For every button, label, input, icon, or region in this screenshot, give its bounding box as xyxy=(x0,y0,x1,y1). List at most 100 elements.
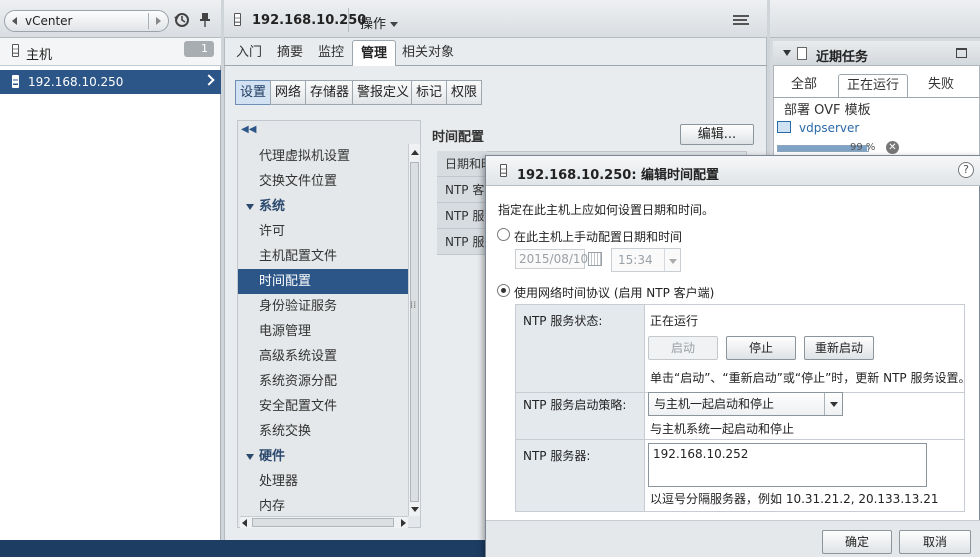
scroll-down-icon[interactable] xyxy=(411,507,419,512)
menu-icon[interactable] xyxy=(733,15,749,25)
host-icon xyxy=(12,44,19,57)
startup-policy-label: NTP 服务启动策略: xyxy=(523,398,627,412)
settings-horizontal-scrollbar[interactable] xyxy=(240,516,408,528)
radio-ntp-label[interactable]: 使用网络时间协议 (启用 NTP 客户端) xyxy=(514,284,714,301)
host-item-label: 192.168.10.250 xyxy=(28,75,124,89)
tab-related-objects[interactable]: 相关对象 xyxy=(394,40,462,66)
radio-manual-label[interactable]: 在此主机上手动配置日期和时间 xyxy=(514,228,682,245)
start-button[interactable]: 启动 xyxy=(648,336,718,360)
subtab-alarm-definitions[interactable]: 警报定义 xyxy=(352,80,415,105)
edit-button[interactable]: 编辑... xyxy=(680,124,754,145)
settings-item-licensing[interactable]: 许可 xyxy=(238,219,408,244)
navigator-back-button[interactable]: vCenter xyxy=(4,10,169,32)
settings-item-host-profile[interactable]: 主机配置文件 xyxy=(238,244,408,269)
host-icon xyxy=(12,75,19,88)
expand-down-icon xyxy=(246,204,254,210)
forward-arrow-icon[interactable] xyxy=(156,17,161,25)
ntp-servers-input[interactable]: 192.168.10.252 xyxy=(648,443,927,487)
task-target-link[interactable]: vdpserver xyxy=(799,121,859,135)
collapse-down-icon[interactable] xyxy=(783,50,791,56)
navigator-host-item[interactable]: 192.168.10.250 xyxy=(0,70,221,94)
settings-group-system[interactable]: 系统 xyxy=(238,194,408,219)
tasks-tab-all[interactable]: 全部 xyxy=(783,74,825,98)
dialog-header: 192.168.10.250: 编辑时间配置 ? xyxy=(486,156,980,186)
settings-item-advanced-system[interactable]: 高级系统设置 xyxy=(238,344,408,369)
collapse-left-icon[interactable]: ◀◀ xyxy=(241,124,256,135)
settings-group-label: 硬件 xyxy=(259,449,286,464)
table-row: 日期和时 xyxy=(437,151,487,177)
scroll-left-icon[interactable] xyxy=(242,519,247,527)
tasks-tab-running[interactable]: 正在运行 xyxy=(838,74,909,98)
host-icon xyxy=(500,164,507,177)
subtab-networking[interactable]: 网络 xyxy=(270,80,307,105)
subtab-storage[interactable]: 存储器 xyxy=(305,80,355,105)
time-select[interactable]: 15:34 xyxy=(611,248,681,272)
subtab-settings[interactable]: 设置 xyxy=(235,80,272,105)
startup-policy-hint: 与主机系统一起启动和停止 xyxy=(650,422,795,436)
settings-item-time-configuration[interactable]: 时间配置 xyxy=(238,269,408,294)
chevron-right-icon[interactable] xyxy=(203,74,215,86)
tab-getting-started[interactable]: 入门 xyxy=(228,40,270,66)
history-icon[interactable] xyxy=(174,12,190,28)
tab-monitor[interactable]: 监控 xyxy=(310,40,352,66)
table-row: NTP 客户 xyxy=(437,177,487,203)
tab-summary[interactable]: 摘要 xyxy=(269,40,311,66)
time-value: 15:34 xyxy=(618,253,653,267)
calendar-icon[interactable] xyxy=(588,252,602,266)
pin-icon[interactable] xyxy=(199,12,211,28)
ntp-servers-hint: 以逗号分隔服务器，例如 10.31.21.2, 20.133.13.21 xyxy=(650,492,939,506)
tab-manage[interactable]: 管理 xyxy=(352,40,397,66)
settings-group-hardware[interactable]: 硬件 xyxy=(238,444,408,469)
settings-item-swap-location[interactable]: 交换文件位置 xyxy=(238,169,408,194)
settings-item-label: 系统交换 xyxy=(259,424,312,439)
restart-button[interactable]: 重新启动 xyxy=(804,336,874,360)
settings-item-security-profile[interactable]: 安全配置文件 xyxy=(238,394,408,419)
scrollbar-thumb[interactable] xyxy=(252,518,394,527)
settings-item-resource-allocation[interactable]: 系统资源分配 xyxy=(238,369,408,394)
ok-button[interactable]: 确定 xyxy=(822,530,892,554)
hosts-count-badge: 1 xyxy=(184,41,214,57)
ntp-status-hint: 单击“启动”、“重新启动”或“停止”时，更新 NTP 服务设置。 xyxy=(650,371,971,385)
scrollbar-thumb[interactable] xyxy=(410,162,419,502)
date-input[interactable]: 2015/08/10 xyxy=(515,249,588,269)
recent-tasks-title: 近期任务 xyxy=(816,50,869,65)
table-row: NTP 服务 xyxy=(437,203,487,229)
settings-item-processors[interactable]: 处理器 xyxy=(238,469,408,494)
startup-policy-select[interactable]: 与主机一起启动和停止 xyxy=(648,392,843,416)
subtab-permissions[interactable]: 权限 xyxy=(446,80,483,105)
scroll-up-icon[interactable] xyxy=(411,150,419,155)
settings-item-authentication[interactable]: 身份验证服务 xyxy=(238,294,408,319)
caret-down-icon xyxy=(390,22,399,27)
ntp-status-value: 正在运行 xyxy=(650,314,699,328)
navigator-hosts-node[interactable]: 主机 1 xyxy=(0,38,221,66)
chevron-down-icon xyxy=(664,249,680,271)
radio-ntp[interactable] xyxy=(497,284,510,297)
scroll-right-icon[interactable] xyxy=(401,519,406,527)
expand-down-icon xyxy=(246,454,254,460)
cancel-task-icon[interactable]: ✕ xyxy=(886,141,899,154)
dialog-instruction: 指定在此主机上应如何设置日期和时间。 xyxy=(498,203,715,217)
stop-button[interactable]: 停止 xyxy=(726,336,796,360)
maximize-icon[interactable] xyxy=(956,48,967,58)
separator xyxy=(348,8,349,32)
chevron-down-icon xyxy=(824,393,842,415)
main-header: 192.168.10.250 操作 xyxy=(224,0,767,38)
hosts-label: 主机 xyxy=(26,48,53,63)
splitter-handle-icon[interactable]: ⁞⁞ xyxy=(410,300,416,311)
help-icon[interactable]: ? xyxy=(958,162,974,178)
settings-item-agent-vm[interactable]: 代理虚拟机设置 xyxy=(238,144,408,169)
settings-item-power-management[interactable]: 电源管理 xyxy=(238,319,408,344)
settings-item-label: 许可 xyxy=(259,224,286,239)
settings-vertical-scrollbar[interactable] xyxy=(408,144,420,516)
settings-item-label: 交换文件位置 xyxy=(259,174,338,189)
subtab-tags[interactable]: 标记 xyxy=(411,80,448,105)
tasks-tab-failed[interactable]: 失败 xyxy=(920,74,962,98)
settings-item-system-swap[interactable]: 系统交换 xyxy=(238,419,408,444)
tasks-tab-divider xyxy=(773,97,980,98)
actions-menu[interactable]: 操作 xyxy=(360,13,399,32)
radio-manual[interactable] xyxy=(497,228,510,241)
cancel-button[interactable]: 取消 xyxy=(899,530,971,554)
divider xyxy=(644,305,645,511)
settings-item-label: 高级系统设置 xyxy=(259,349,338,364)
content-title: 时间配置 xyxy=(432,130,485,145)
